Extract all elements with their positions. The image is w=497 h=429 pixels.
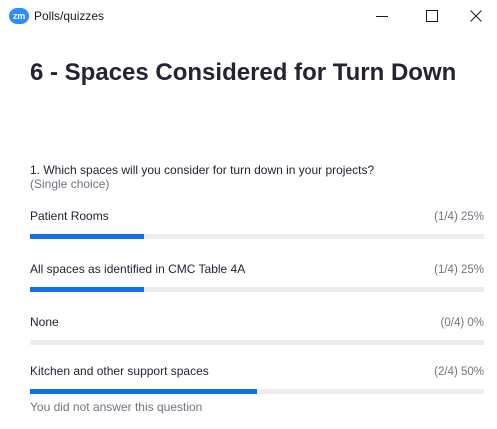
option-label: None (30, 315, 59, 329)
result-bar-fill (30, 389, 257, 394)
option-result: (1/4) 25% (434, 264, 484, 276)
minimize-button[interactable] (359, 0, 405, 32)
result-bar-fill (30, 287, 144, 292)
minimize-icon (376, 16, 388, 17)
polls-window: zm Polls/quizzes 6 - Spaces Considered f… (0, 0, 497, 429)
option-label: Kitchen and other support spaces (30, 364, 209, 378)
title-bar[interactable]: zm Polls/quizzes (0, 0, 497, 32)
option-label: Patient Rooms (30, 209, 109, 223)
question-text: 1. Which spaces will you consider for tu… (30, 163, 375, 177)
poll-option: Kitchen and other support spaces (2/4) 5… (30, 364, 484, 400)
result-bar-track (30, 234, 484, 239)
option-result: (1/4) 25% (434, 211, 484, 223)
question-type: (Single choice) (30, 177, 110, 191)
zoom-app-icon: zm (9, 8, 29, 24)
close-button[interactable] (453, 0, 497, 32)
maximize-button[interactable] (409, 0, 455, 32)
not-answered-note: You did not answer this question (30, 400, 203, 414)
poll-option: None (0/4) 0% (30, 315, 484, 351)
option-label: All spaces as identified in CMC Table 4A (30, 262, 246, 276)
poll-option: Patient Rooms (1/4) 25% (30, 209, 484, 245)
window-title: Polls/quizzes (34, 9, 105, 23)
maximize-icon (426, 10, 438, 22)
option-result: (0/4) 0% (440, 317, 484, 329)
result-bar-track (30, 340, 484, 345)
poll-title: 6 - Spaces Considered for Turn Down (30, 59, 457, 86)
result-bar-fill (30, 234, 144, 239)
option-result: (2/4) 50% (434, 366, 484, 378)
result-bar-track (30, 389, 484, 394)
close-icon (470, 10, 482, 22)
result-bar-track (30, 287, 484, 292)
poll-option: All spaces as identified in CMC Table 4A… (30, 262, 484, 298)
